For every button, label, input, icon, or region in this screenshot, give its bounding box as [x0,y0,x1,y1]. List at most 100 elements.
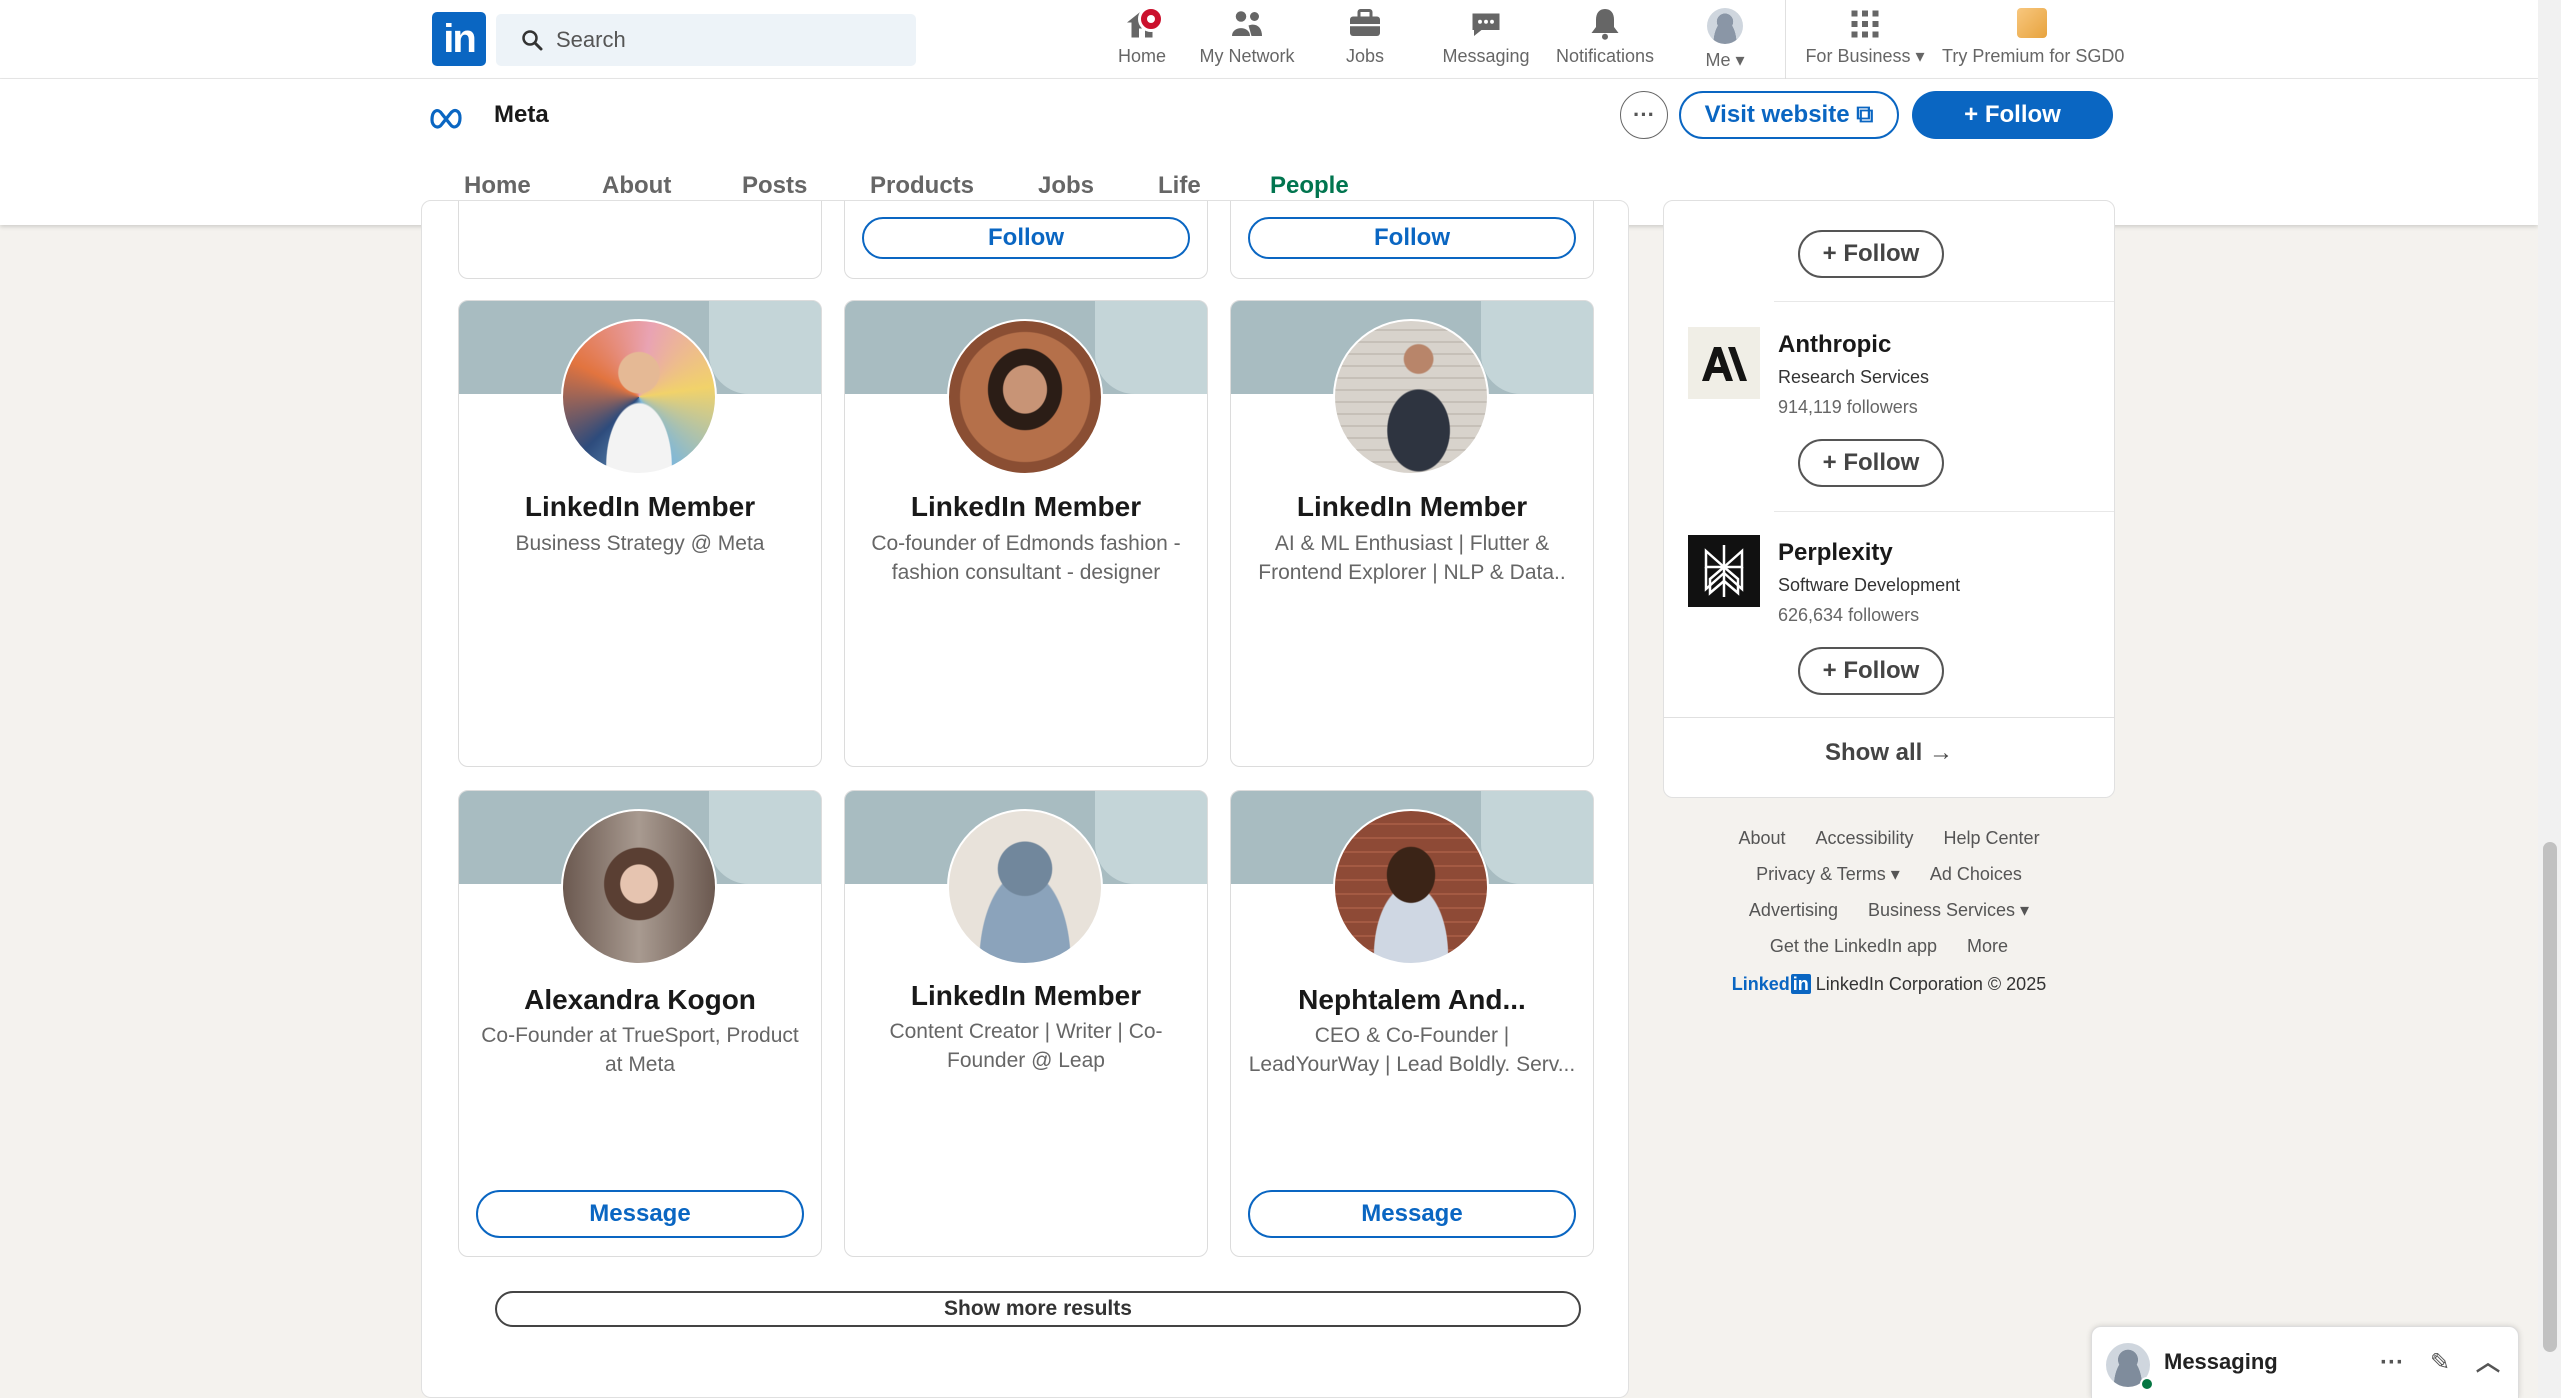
people-icon [1232,11,1262,36]
person-headline: AI & ML Enthusiast | Flutter & Frontend … [1258,532,1566,584]
copyright-text: LinkedIn Corporation © 2025 [1815,974,2047,994]
person-card[interactable]: LinkedIn Member Co-founder of Edmonds fa… [844,300,1208,767]
follow-button[interactable]: Follow [862,217,1190,259]
footer-link-ad-choices[interactable]: Ad Choices [1930,856,2022,892]
nav-messaging[interactable]: Messaging [1436,6,1536,72]
external-link-icon: ⧉ [1856,101,1874,128]
company-industry: Software Development [1778,575,1961,595]
chevron-up-icon[interactable]: ︿ [2470,1345,2506,1381]
footer-copyright: Linked in LinkedIn Corporation © 2025 [1663,974,2115,995]
suggestion-item: Perplexity Software Development 626,634 … [1688,535,2108,695]
suggestion-item: Anthropic Research Services 914,119 foll… [1688,327,2108,487]
divider [1774,301,2114,302]
nav-my-network-label: My Network [1199,46,1295,66]
footer-link-more[interactable]: More [1967,928,2008,964]
follow-button[interactable]: + Follow [1798,647,1944,695]
meta-logo-icon [430,108,462,129]
person-name[interactable]: Nephtalem And... [1241,984,1583,1016]
caret-down-icon: ▾ [1915,46,1925,66]
show-all-link[interactable]: Show all → [1664,739,2114,767]
message-button[interactable]: Message [476,1190,804,1238]
online-status-icon [2140,1377,2154,1391]
briefcase-icon [1350,9,1380,36]
messaging-label[interactable]: Messaging [2164,1349,2278,1375]
person-card[interactable]: LinkedIn Member AI & ML Enthusiast | Flu… [1230,300,1594,767]
person-name[interactable]: LinkedIn Member [1241,491,1583,523]
footer-link-get-app[interactable]: Get the LinkedIn app [1770,928,1937,964]
bell-icon [1591,9,1619,40]
follow-button[interactable]: Follow [1248,217,1576,259]
similar-pages-card: + Follow Anthropic Research Services 914… [1663,200,2115,798]
follow-button[interactable]: + Follow [1798,230,1944,278]
person-card[interactable]: Nephtalem And... CEO & Co-Founder | Lead… [1230,790,1594,1257]
show-more-results-button[interactable]: Show more results [495,1291,1581,1327]
nav-notifications[interactable]: Notifications [1552,6,1658,72]
nav-try-premium-label: Try Premium for SGD0 [1942,46,2125,66]
message-button[interactable]: Message [1248,1190,1576,1238]
nav-messaging-label: Messaging [1442,46,1530,66]
me-avatar [1707,8,1743,44]
company-industry: Research Services [1778,367,1930,387]
more-options-button[interactable]: ··· [1620,91,1668,139]
profile-photo[interactable] [1333,809,1489,965]
follow-button[interactable]: + Follow [1798,439,1944,487]
partial-person-card: Follow [1230,201,1594,279]
nav-home[interactable]: Home [1100,6,1184,72]
person-name[interactable]: LinkedIn Member [855,491,1197,523]
footer-link-about[interactable]: About [1738,820,1785,856]
person-name[interactable]: LinkedIn Member [469,491,811,523]
profile-photo[interactable] [561,319,717,475]
footer: About Accessibility Help Center Privacy … [1663,820,2115,995]
company-name[interactable]: Meta [494,101,549,129]
person-card[interactable]: LinkedIn Member Business Strategy @ Meta [458,300,822,767]
profile-photo[interactable] [1333,319,1489,475]
compose-icon[interactable]: ✎ [2422,1345,2458,1381]
footer-link-help-center[interactable]: Help Center [1944,820,2040,856]
nav-jobs-label: Jobs [1345,46,1385,66]
messaging-overlay[interactable]: Messaging ··· ✎ ︿ [2091,1326,2519,1398]
follow-company-button[interactable]: + Follow [1912,91,2113,139]
person-card[interactable]: Alexandra Kogon Co-Founder at TrueSport,… [458,790,822,1257]
scrollbar-thumb[interactable] [2543,842,2557,1352]
people-results: Follow Follow LinkedIn Member Business S… [421,200,1629,1398]
perplexity-logo[interactable] [1688,535,1760,607]
person-name[interactable]: Alexandra Kogon [469,984,811,1016]
footer-link-privacy-terms[interactable]: Privacy & Terms ▾ [1756,856,1900,892]
messaging-icon [1472,13,1500,36]
search-input[interactable] [556,14,896,66]
profile-photo[interactable] [947,319,1103,475]
nav-me[interactable]: Me ▾ [1692,6,1758,72]
more-options-icon[interactable]: ··· [2374,1345,2410,1381]
nav-my-network[interactable]: My Network [1190,6,1304,72]
company-name[interactable]: Anthropic [1778,331,1891,359]
person-card[interactable]: LinkedIn Member Content Creator | Writer… [844,790,1208,1257]
company-followers: 914,119 followers [1778,397,1918,417]
linkedin-wordmark: Linked in [1731,974,1811,994]
search-icon [522,30,543,51]
footer-link-accessibility[interactable]: Accessibility [1815,820,1913,856]
partial-person-card: Follow [844,201,1208,279]
person-headline: Co-Founder at TrueSport, Product at Meta [481,1024,799,1076]
profile-photo[interactable] [561,809,717,965]
global-nav: in Home My Network Jobs Messaging Notifi… [0,0,2538,79]
person-headline: CEO & Co-Founder | LeadYourWay | Lead Bo… [1248,1024,1576,1076]
footer-link-advertising[interactable]: Advertising [1749,892,1838,928]
premium-icon [2017,8,2047,38]
person-name[interactable]: LinkedIn Member [855,980,1197,1012]
nav-notifications-label: Notifications [1555,46,1655,66]
footer-link-business-services[interactable]: Business Services ▾ [1868,892,2029,928]
notification-badge [1138,6,1164,32]
anthropic-logo[interactable] [1688,327,1760,399]
nav-jobs[interactable]: Jobs [1330,6,1400,72]
divider [1664,717,2114,718]
linkedin-logo[interactable]: in [432,12,486,66]
default-avatar-icon[interactable] [947,809,1103,965]
search-box[interactable] [496,14,916,66]
visit-website-button[interactable]: Visit website ⧉ [1679,91,1899,139]
company-name[interactable]: Perplexity [1778,539,1893,567]
person-headline: Content Creator | Writer | Co-Founder @ … [889,1020,1163,1072]
nav-for-business[interactable]: For Business ▾ [1802,6,1928,72]
nav-try-premium[interactable]: Try Premium for SGD0 [1942,6,2125,72]
nav-home-label: Home [1117,46,1166,66]
nav-for-business-label: For Business [1805,46,1911,66]
